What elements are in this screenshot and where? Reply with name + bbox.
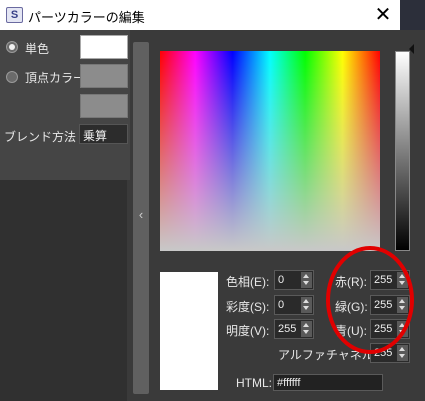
blend-mode-select[interactable]: 乗算 [79, 124, 128, 144]
vertex-color-label: 頂点カラー [25, 71, 86, 85]
html-label: HTML: [236, 376, 272, 390]
app-icon: S [6, 7, 23, 23]
brightness-input[interactable]: 255 [274, 319, 314, 339]
blend-mode-label: ブレンド方法 [4, 130, 77, 144]
saturation-label: 彩度(S): [226, 300, 270, 314]
app-background-strip [400, 0, 425, 30]
vertex-color-swatch-2[interactable] [80, 94, 128, 118]
saturation-value: 0 [278, 299, 285, 311]
brightness-stepper[interactable] [301, 321, 312, 337]
saturation-input[interactable]: 0 [274, 295, 314, 315]
vertex-color-radio[interactable] [6, 71, 18, 83]
hue-stepper[interactable] [301, 272, 312, 288]
saturation-stepper[interactable] [301, 297, 312, 313]
hue-value: 0 [278, 274, 285, 286]
chevron-left-icon: ‹ [138, 207, 144, 222]
single-color-radio[interactable] [6, 41, 18, 53]
dialog-title: パーツカラーの編集 [28, 10, 145, 25]
close-icon[interactable]: ✕ [370, 3, 396, 27]
collapse-panel-button[interactable]: ‹ [133, 42, 149, 394]
hue-input[interactable]: 0 [274, 270, 314, 290]
hue-label: 色相(E): [226, 275, 270, 289]
brightness-label: 明度(V): [226, 324, 270, 338]
brightness-value: 255 [278, 323, 297, 335]
alpha-stepper[interactable] [397, 345, 408, 361]
single-color-label: 単色 [25, 42, 50, 56]
dialog-titlebar: S パーツカラーの編集 ✕ [0, 0, 400, 30]
annotation-ellipse [326, 246, 414, 354]
color-preview [160, 272, 218, 390]
hue-saturation-field[interactable] [160, 51, 380, 251]
html-hex-input[interactable]: #ffffff [273, 374, 383, 391]
brightness-slider-marker[interactable] [409, 44, 414, 54]
vertex-color-swatch-1[interactable] [80, 64, 128, 88]
brightness-slider[interactable] [395, 51, 410, 251]
single-color-swatch[interactable] [80, 35, 128, 59]
left-empty-area [0, 180, 127, 401]
